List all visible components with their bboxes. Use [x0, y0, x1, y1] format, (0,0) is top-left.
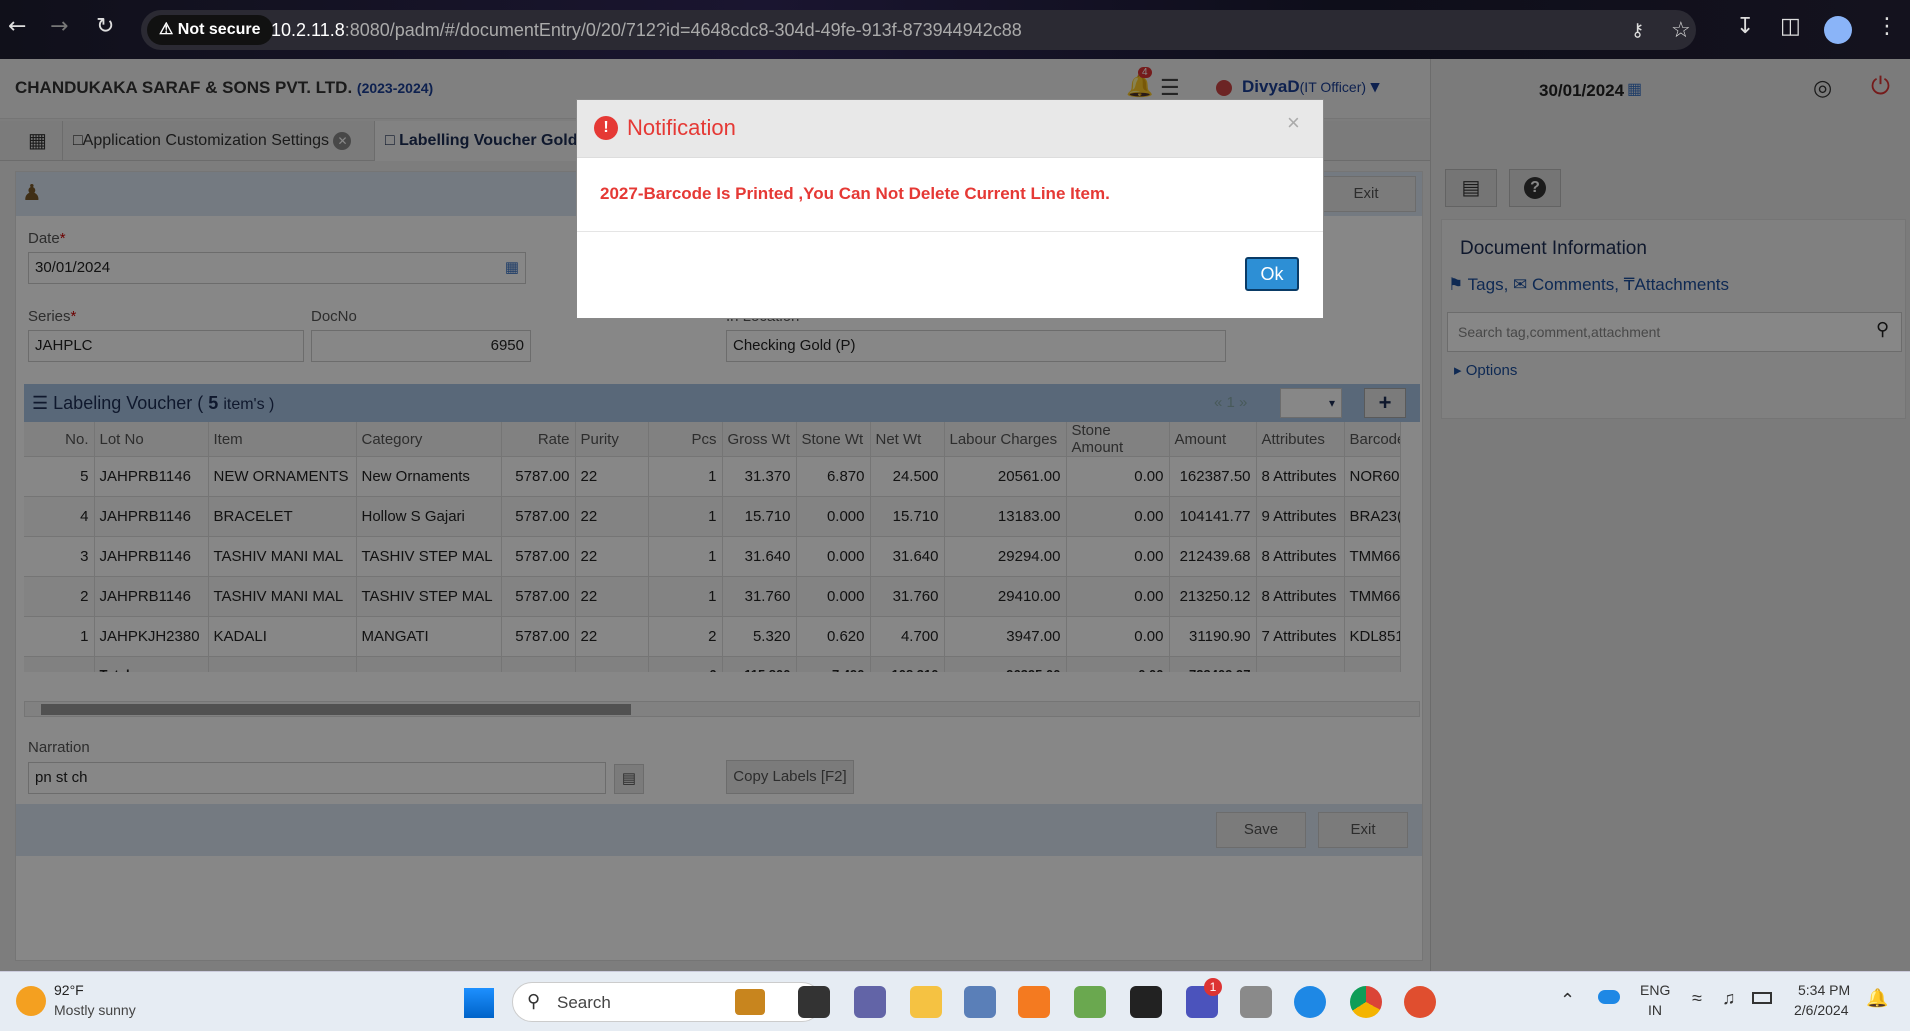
back-icon[interactable]: ← — [8, 14, 26, 39]
modal-title: Notification — [627, 115, 736, 140]
search-label: Search — [557, 993, 611, 1012]
security-chip[interactable]: ⚠ Not secure — [147, 15, 273, 45]
taskbar-search[interactable]: ⚲ Search — [512, 982, 822, 1022]
weather-desc: Mostly sunny — [54, 1002, 136, 1018]
bookmark-star-icon[interactable]: ☆ — [1671, 10, 1691, 50]
weather-temp: 92°F — [54, 982, 84, 998]
network-app-icon[interactable] — [964, 986, 996, 1018]
clock-date[interactable]: 2/6/2024 — [1794, 1002, 1849, 1018]
lang-region[interactable]: IN — [1648, 1002, 1662, 1018]
forward-icon[interactable]: → — [50, 14, 68, 39]
task-view-icon[interactable] — [798, 986, 830, 1018]
notification-modal: ! Notification × 2027-Barcode Is Printed… — [576, 99, 1324, 319]
clock-time[interactable]: 5:34 PM — [1798, 982, 1850, 998]
sidepanel-icon[interactable]: ◫ — [1780, 14, 1801, 39]
phone-icon[interactable] — [1294, 986, 1326, 1018]
chevron-up-icon[interactable]: ⌃ — [1560, 990, 1575, 1011]
notification-bell-icon[interactable]: 🔔 — [1866, 988, 1888, 1009]
profile-avatar[interactable] — [1824, 16, 1852, 44]
battery-icon[interactable] — [1752, 992, 1772, 1004]
wps-icon[interactable] — [1404, 986, 1436, 1018]
lang-code[interactable]: ENG — [1640, 982, 1670, 998]
volume-icon[interactable]: ♫ — [1722, 988, 1736, 1009]
briefcase-icon — [735, 989, 765, 1015]
ok-button[interactable]: Ok — [1245, 257, 1299, 291]
file-explorer-icon[interactable] — [910, 986, 942, 1018]
taskbar: 92°F Mostly sunny ⚲ Search 1 ⌃ ENG IN ≈ … — [0, 971, 1910, 1031]
browser-toolbar: ← → ↻ ⚠ Not secure 10.2.11.8:8080/padm/#… — [0, 0, 1910, 59]
vnc-icon[interactable] — [1130, 986, 1162, 1018]
teams-badge: 1 — [1204, 978, 1222, 996]
wifi-icon[interactable]: ≈ — [1692, 988, 1702, 1009]
address-bar[interactable]: ⚠ Not secure 10.2.11.8:8080/padm/#/docum… — [141, 10, 1696, 50]
chat-icon[interactable] — [854, 986, 886, 1018]
close-icon[interactable]: × — [1287, 110, 1300, 136]
reload-icon[interactable]: ↻ — [96, 14, 114, 39]
onedrive-icon[interactable] — [1598, 990, 1620, 1004]
key-icon[interactable]: ⚷ — [1631, 10, 1644, 50]
modal-message: 2027-Barcode Is Printed ,You Can Not Del… — [600, 184, 1110, 203]
menu-kebab-icon[interactable]: ⋮ — [1876, 14, 1898, 39]
weather-icon[interactable] — [16, 986, 46, 1016]
xampp-icon[interactable] — [1018, 986, 1050, 1018]
url-path: :8080/padm/#/documentEntry/0/20/712?id=4… — [344, 20, 1022, 40]
security-label: Not secure — [177, 21, 261, 38]
notepad-icon[interactable] — [1074, 986, 1106, 1018]
search-icon: ⚲ — [527, 991, 541, 1011]
printer-icon[interactable] — [1240, 986, 1272, 1018]
chrome-icon[interactable] — [1350, 986, 1382, 1018]
modal-header: ! Notification × — [577, 100, 1323, 158]
url-host: 10.2.11.8 — [271, 20, 345, 40]
modal-divider — [577, 231, 1323, 232]
alert-icon: ! — [594, 116, 618, 140]
url-text: 10.2.11.8:8080/padm/#/documentEntry/0/20… — [271, 10, 1022, 50]
download-icon[interactable]: ↧ — [1736, 14, 1754, 39]
start-icon[interactable] — [464, 988, 494, 1018]
